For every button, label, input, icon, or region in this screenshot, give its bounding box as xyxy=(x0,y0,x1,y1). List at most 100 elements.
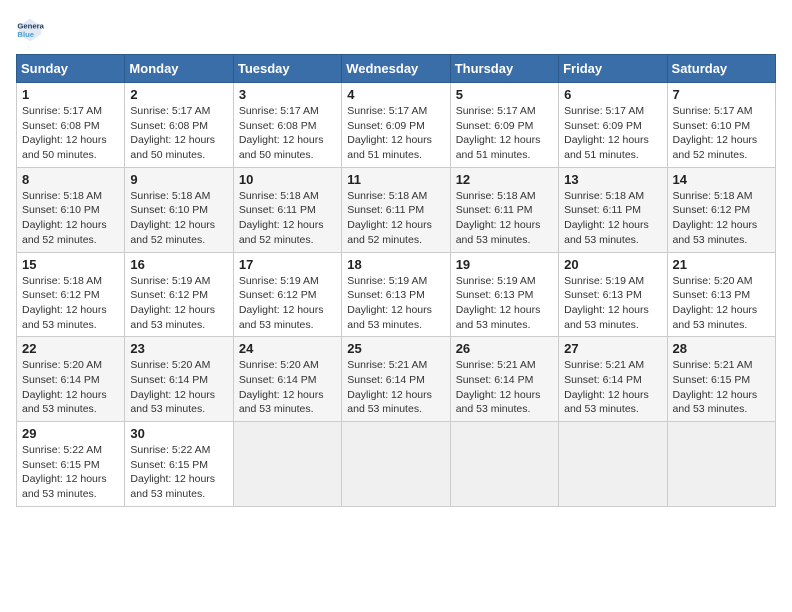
day-info: Sunrise: 5:21 AM Sunset: 6:14 PM Dayligh… xyxy=(564,358,661,417)
calendar-cell: 27 Sunrise: 5:21 AM Sunset: 6:14 PM Dayli… xyxy=(559,337,667,422)
day-number: 10 xyxy=(239,172,336,187)
calendar-cell: 28 Sunrise: 5:21 AM Sunset: 6:15 PM Dayli… xyxy=(667,337,775,422)
day-info: Sunrise: 5:18 AM Sunset: 6:11 PM Dayligh… xyxy=(564,189,661,248)
day-number: 4 xyxy=(347,87,444,102)
calendar-cell: 19 Sunrise: 5:19 AM Sunset: 6:13 PM Dayli… xyxy=(450,252,558,337)
day-number: 1 xyxy=(22,87,119,102)
day-number: 6 xyxy=(564,87,661,102)
calendar-cell: 11 Sunrise: 5:18 AM Sunset: 6:11 PM Dayli… xyxy=(342,167,450,252)
day-number: 19 xyxy=(456,257,553,272)
calendar-cell: 12 Sunrise: 5:18 AM Sunset: 6:11 PM Dayli… xyxy=(450,167,558,252)
calendar-week-1: 1 Sunrise: 5:17 AM Sunset: 6:08 PM Daylig… xyxy=(17,83,776,168)
day-info: Sunrise: 5:18 AM Sunset: 6:12 PM Dayligh… xyxy=(673,189,770,248)
day-info: Sunrise: 5:19 AM Sunset: 6:13 PM Dayligh… xyxy=(456,274,553,333)
day-number: 20 xyxy=(564,257,661,272)
calendar-cell: 21 Sunrise: 5:20 AM Sunset: 6:13 PM Dayli… xyxy=(667,252,775,337)
day-info: Sunrise: 5:17 AM Sunset: 6:09 PM Dayligh… xyxy=(456,104,553,163)
day-number: 25 xyxy=(347,341,444,356)
calendar-cell: 5 Sunrise: 5:17 AM Sunset: 6:09 PM Daylig… xyxy=(450,83,558,168)
day-number: 15 xyxy=(22,257,119,272)
day-info: Sunrise: 5:18 AM Sunset: 6:12 PM Dayligh… xyxy=(22,274,119,333)
weekday-row: SundayMondayTuesdayWednesdayThursdayFrid… xyxy=(17,55,776,83)
day-number: 30 xyxy=(130,426,227,441)
day-info: Sunrise: 5:22 AM Sunset: 6:15 PM Dayligh… xyxy=(22,443,119,502)
day-info: Sunrise: 5:21 AM Sunset: 6:15 PM Dayligh… xyxy=(673,358,770,417)
day-info: Sunrise: 5:18 AM Sunset: 6:10 PM Dayligh… xyxy=(130,189,227,248)
calendar-cell: 25 Sunrise: 5:21 AM Sunset: 6:14 PM Dayli… xyxy=(342,337,450,422)
day-info: Sunrise: 5:20 AM Sunset: 6:13 PM Dayligh… xyxy=(673,274,770,333)
day-info: Sunrise: 5:19 AM Sunset: 6:13 PM Dayligh… xyxy=(564,274,661,333)
day-number: 12 xyxy=(456,172,553,187)
weekday-header-friday: Friday xyxy=(559,55,667,83)
day-number: 16 xyxy=(130,257,227,272)
day-info: Sunrise: 5:17 AM Sunset: 6:09 PM Dayligh… xyxy=(564,104,661,163)
calendar-cell: 30Sunrise: 5:22 AM Sunset: 6:15 PM Dayli… xyxy=(125,422,233,507)
calendar-cell xyxy=(559,422,667,507)
logo: General Blue xyxy=(16,16,48,44)
day-info: Sunrise: 5:17 AM Sunset: 6:09 PM Dayligh… xyxy=(347,104,444,163)
calendar-cell: 17Sunrise: 5:19 AM Sunset: 6:12 PM Dayli… xyxy=(233,252,341,337)
day-number: 29 xyxy=(22,426,119,441)
calendar-cell: 20 Sunrise: 5:19 AM Sunset: 6:13 PM Dayli… xyxy=(559,252,667,337)
day-info: Sunrise: 5:19 AM Sunset: 6:13 PM Dayligh… xyxy=(347,274,444,333)
calendar-cell: 16 Sunrise: 5:19 AM Sunset: 6:12 PM Dayli… xyxy=(125,252,233,337)
day-number: 26 xyxy=(456,341,553,356)
calendar-cell: 22 Sunrise: 5:20 AM Sunset: 6:14 PM Dayli… xyxy=(17,337,125,422)
calendar-cell: 15 Sunrise: 5:18 AM Sunset: 6:12 PM Dayli… xyxy=(17,252,125,337)
calendar-cell: 8 Sunrise: 5:18 AM Sunset: 6:10 PM Daylig… xyxy=(17,167,125,252)
weekday-header-tuesday: Tuesday xyxy=(233,55,341,83)
day-info: Sunrise: 5:17 AM Sunset: 6:08 PM Dayligh… xyxy=(22,104,119,163)
weekday-header-saturday: Saturday xyxy=(667,55,775,83)
svg-text:General: General xyxy=(17,22,44,31)
calendar-week-4: 22 Sunrise: 5:20 AM Sunset: 6:14 PM Dayli… xyxy=(17,337,776,422)
day-info: Sunrise: 5:20 AM Sunset: 6:14 PM Dayligh… xyxy=(130,358,227,417)
day-number: 27 xyxy=(564,341,661,356)
calendar-cell: 13 Sunrise: 5:18 AM Sunset: 6:11 PM Dayli… xyxy=(559,167,667,252)
day-number: 13 xyxy=(564,172,661,187)
weekday-header-monday: Monday xyxy=(125,55,233,83)
day-number: 7 xyxy=(673,87,770,102)
weekday-header-sunday: Sunday xyxy=(17,55,125,83)
calendar-cell: 4 Sunrise: 5:17 AM Sunset: 6:09 PM Daylig… xyxy=(342,83,450,168)
calendar-header: SundayMondayTuesdayWednesdayThursdayFrid… xyxy=(17,55,776,83)
day-info: Sunrise: 5:18 AM Sunset: 6:11 PM Dayligh… xyxy=(456,189,553,248)
weekday-header-wednesday: Wednesday xyxy=(342,55,450,83)
day-number: 8 xyxy=(22,172,119,187)
calendar-cell: 24 Sunrise: 5:20 AM Sunset: 6:14 PM Dayli… xyxy=(233,337,341,422)
day-info: Sunrise: 5:17 AM Sunset: 6:10 PM Dayligh… xyxy=(673,104,770,163)
day-number: 3 xyxy=(239,87,336,102)
day-info: Sunrise: 5:20 AM Sunset: 6:14 PM Dayligh… xyxy=(22,358,119,417)
calendar-cell xyxy=(450,422,558,507)
day-number: 5 xyxy=(456,87,553,102)
calendar-cell: 14 Sunrise: 5:18 AM Sunset: 6:12 PM Dayli… xyxy=(667,167,775,252)
day-info: Sunrise: 5:18 AM Sunset: 6:11 PM Dayligh… xyxy=(239,189,336,248)
calendar-cell xyxy=(667,422,775,507)
day-number: 11 xyxy=(347,172,444,187)
day-info: Sunrise: 5:21 AM Sunset: 6:14 PM Dayligh… xyxy=(347,358,444,417)
day-info: Sunrise: 5:18 AM Sunset: 6:11 PM Dayligh… xyxy=(347,189,444,248)
calendar-week-2: 8 Sunrise: 5:18 AM Sunset: 6:10 PM Daylig… xyxy=(17,167,776,252)
calendar-cell xyxy=(342,422,450,507)
day-number: 22 xyxy=(22,341,119,356)
calendar-week-5: 29 Sunrise: 5:22 AM Sunset: 6:15 PM Dayli… xyxy=(17,422,776,507)
day-number: 14 xyxy=(673,172,770,187)
calendar-week-3: 15 Sunrise: 5:18 AM Sunset: 6:12 PM Dayli… xyxy=(17,252,776,337)
day-number: 18 xyxy=(347,257,444,272)
day-info: Sunrise: 5:18 AM Sunset: 6:10 PM Dayligh… xyxy=(22,189,119,248)
day-info: Sunrise: 5:21 AM Sunset: 6:14 PM Dayligh… xyxy=(456,358,553,417)
svg-text:Blue: Blue xyxy=(17,30,34,39)
calendar-cell: 26 Sunrise: 5:21 AM Sunset: 6:14 PM Dayli… xyxy=(450,337,558,422)
day-number: 17 xyxy=(239,257,336,272)
day-number: 24 xyxy=(239,341,336,356)
day-info: Sunrise: 5:20 AM Sunset: 6:14 PM Dayligh… xyxy=(239,358,336,417)
day-info: Sunrise: 5:17 AM Sunset: 6:08 PM Dayligh… xyxy=(130,104,227,163)
calendar-cell: 6 Sunrise: 5:17 AM Sunset: 6:09 PM Daylig… xyxy=(559,83,667,168)
day-number: 23 xyxy=(130,341,227,356)
calendar-cell: 7 Sunrise: 5:17 AM Sunset: 6:10 PM Daylig… xyxy=(667,83,775,168)
day-number: 2 xyxy=(130,87,227,102)
day-number: 21 xyxy=(673,257,770,272)
day-info: Sunrise: 5:17 AM Sunset: 6:08 PM Dayligh… xyxy=(239,104,336,163)
day-info: Sunrise: 5:19 AM Sunset: 6:12 PM Dayligh… xyxy=(130,274,227,333)
day-number: 28 xyxy=(673,341,770,356)
calendar-cell: 3 Sunrise: 5:17 AM Sunset: 6:08 PM Daylig… xyxy=(233,83,341,168)
